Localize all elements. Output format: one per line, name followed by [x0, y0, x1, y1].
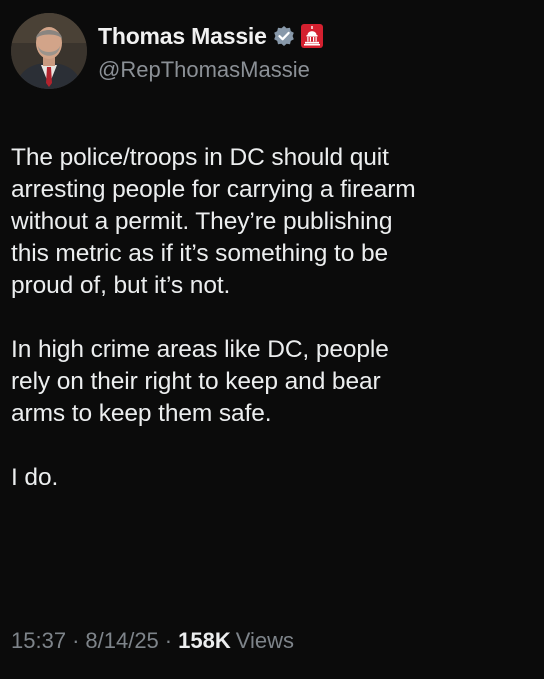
capitol-dome-icon[interactable] — [300, 24, 323, 48]
author-handle[interactable]: @RepThomasMassie — [98, 57, 310, 83]
separator-dot: · — [164, 628, 173, 653]
tweet-paragraph: I do. — [11, 464, 59, 491]
author-name-row: Thomas Massie — [98, 20, 323, 52]
tweet-time[interactable]: 15:37 — [11, 628, 66, 654]
avatar[interactable] — [11, 13, 87, 89]
verified-checkmark-icon[interactable] — [273, 25, 295, 47]
tweet-paragraph: In high crime areas like DC, people rely… — [11, 336, 389, 427]
tweet-date[interactable]: 8/14/25 — [85, 628, 158, 654]
tweet-metadata: 15:37 · 8/14/25 · 158K Views — [11, 628, 294, 654]
views-count[interactable]: 158K — [178, 628, 231, 654]
tweet-text: The police/troops in DC should quit arre… — [11, 142, 536, 494]
tweet-card: Thomas Massie @RepThomasMassie The polic… — [0, 0, 544, 679]
avatar-photo — [11, 13, 87, 89]
tweet-paragraph: The police/troops in DC should quit arre… — [11, 144, 416, 299]
display-name[interactable]: Thomas Massie — [98, 23, 267, 50]
views-label[interactable]: Views — [236, 628, 294, 654]
separator-dot: · — [72, 628, 80, 653]
